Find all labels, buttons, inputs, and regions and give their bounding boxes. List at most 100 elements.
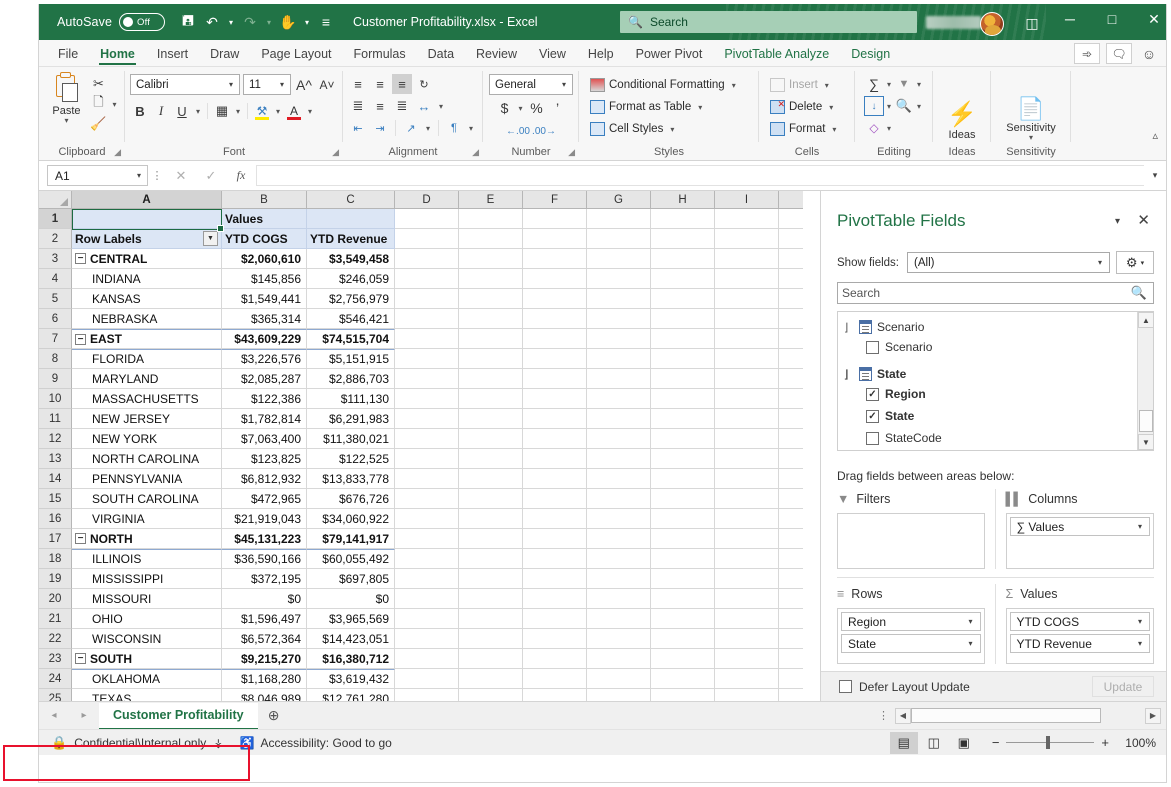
filter-dropdown-icon[interactable]: ▼	[203, 231, 218, 246]
cell[interactable]	[395, 369, 459, 389]
cell[interactable]	[587, 409, 651, 429]
field-table-scenario[interactable]: ⌋ Scenario	[844, 318, 1136, 336]
cell[interactable]	[459, 409, 523, 429]
cell[interactable]	[523, 669, 587, 689]
rows-pill-state-caret-icon[interactable]: ▾	[968, 639, 979, 648]
cell[interactable]: $34,060,922	[307, 509, 395, 529]
avatar[interactable]	[980, 12, 1004, 36]
cell[interactable]	[587, 209, 651, 229]
collapse-group-icon[interactable]: −	[75, 653, 86, 664]
cell[interactable]: $7,063,400	[222, 429, 307, 449]
align-center-icon[interactable]: ≡	[370, 96, 390, 116]
cell[interactable]	[715, 409, 779, 429]
cell[interactable]	[523, 309, 587, 329]
currency-format-icon[interactable]: $	[495, 98, 515, 118]
checkbox-state[interactable]: ✓	[866, 410, 879, 423]
cell-styles-button[interactable]: Cell Styles ▾	[590, 118, 677, 140]
cell[interactable]	[459, 589, 523, 609]
cell[interactable]	[715, 449, 779, 469]
decrease-font-size-icon[interactable]: A˅	[317, 75, 337, 95]
cell[interactable]	[651, 589, 715, 609]
cell[interactable]	[395, 309, 459, 329]
cell[interactable]: MISSISSIPPI	[72, 569, 222, 589]
cell[interactable]	[715, 569, 779, 589]
font-size-input[interactable]: 11 ▾	[243, 74, 291, 95]
increase-decimal-icon[interactable]: ←.00	[508, 121, 528, 141]
cell[interactable]	[715, 329, 779, 349]
underline-button[interactable]: U	[172, 101, 192, 121]
row-header[interactable]: 18	[39, 549, 72, 569]
cell[interactable]: $122,386	[222, 389, 307, 409]
cell[interactable]: VIRGINIA	[72, 509, 222, 529]
column-header-e[interactable]: E	[459, 191, 523, 209]
horizontal-scroll-thumb[interactable]	[911, 708, 1101, 723]
scroll-up-icon[interactable]: ▲	[1138, 312, 1154, 328]
cell[interactable]	[587, 369, 651, 389]
cell[interactable]	[523, 249, 587, 269]
cell[interactable]	[715, 309, 779, 329]
cell[interactable]	[587, 529, 651, 549]
cell[interactable]: $6,812,932	[222, 469, 307, 489]
scroll-right-icon[interactable]: ▶	[1145, 708, 1161, 724]
cell[interactable]: $123,825	[222, 449, 307, 469]
collapse-group-icon[interactable]: −	[75, 533, 86, 544]
cell[interactable]	[459, 669, 523, 689]
values-area[interactable]: Σ Values YTD COGS ▾ YTD Revenue	[996, 584, 1155, 664]
cell[interactable]	[779, 689, 803, 701]
rows-pill-region[interactable]: Region ▾	[841, 612, 981, 631]
cell[interactable]: $122,525	[307, 449, 395, 469]
sensitivity-status[interactable]: 🔒 Confidential\Internal only ⚶	[51, 735, 223, 751]
cell[interactable]	[523, 229, 587, 249]
cell[interactable]: $5,151,915	[307, 349, 395, 369]
cell[interactable]	[651, 649, 715, 669]
cell[interactable]	[395, 649, 459, 669]
cell[interactable]: $2,756,979	[307, 289, 395, 309]
cell[interactable]: $0	[307, 589, 395, 609]
zoom-level-label[interactable]: 100%	[1120, 736, 1156, 750]
cell[interactable]	[307, 209, 395, 229]
cell[interactable]: $546,421	[307, 309, 395, 329]
field-list[interactable]: ⌋ Scenario Scenario ⌋ State	[837, 311, 1154, 451]
text-direction-dropdown-icon[interactable]: ▾	[466, 124, 476, 133]
cell[interactable]	[523, 649, 587, 669]
decrease-decimal-icon[interactable]: .00→	[534, 121, 554, 141]
cell[interactable]	[651, 269, 715, 289]
cell[interactable]	[651, 449, 715, 469]
cell[interactable]	[651, 389, 715, 409]
cell[interactable]	[395, 589, 459, 609]
cell[interactable]	[395, 389, 459, 409]
cell[interactable]	[779, 249, 803, 269]
zoom-slider-thumb[interactable]	[1046, 736, 1050, 749]
close-button[interactable]: ✕	[1131, 4, 1167, 34]
copy-icon[interactable]: 🗋	[89, 94, 109, 114]
cell[interactable]	[651, 409, 715, 429]
cell[interactable]	[459, 629, 523, 649]
zoom-out-icon[interactable]: −	[992, 735, 1000, 750]
cell[interactable]	[715, 389, 779, 409]
cell[interactable]: $372,195	[222, 569, 307, 589]
columns-area-box[interactable]: ∑ Values ▾	[1006, 513, 1155, 569]
tab-help[interactable]: Help	[577, 43, 625, 66]
autosave-toggle[interactable]: Off	[119, 13, 165, 31]
cell[interactable]	[459, 509, 523, 529]
tab-page-layout[interactable]: Page Layout	[250, 43, 342, 66]
cell[interactable]	[459, 429, 523, 449]
cell[interactable]	[523, 489, 587, 509]
cell[interactable]	[779, 669, 803, 689]
field-item-scenario[interactable]: Scenario	[866, 336, 1136, 358]
column-header-b[interactable]: B	[222, 191, 307, 209]
cell[interactable]	[587, 689, 651, 701]
collapse-ribbon-icon[interactable]: ▵	[1152, 129, 1158, 142]
align-left-icon[interactable]: ≣	[348, 96, 368, 116]
touch-mode-dropdown-icon[interactable]: ▾	[301, 10, 313, 34]
column-header-g[interactable]: G	[587, 191, 651, 209]
sensitivity-button[interactable]: 📄 Sensitivity ▾	[996, 95, 1066, 141]
cell[interactable]: −SOUTH	[72, 649, 222, 669]
sort-filter-dropdown-icon[interactable]: ▾	[914, 80, 924, 89]
cell[interactable]	[651, 229, 715, 249]
tab-draw[interactable]: Draw	[199, 43, 250, 66]
row-header[interactable]: 13	[39, 449, 72, 469]
format-as-table-button[interactable]: Format as Table ▾	[590, 96, 705, 118]
cell[interactable]: $11,380,021	[307, 429, 395, 449]
tab-pivottable-analyze[interactable]: PivotTable Analyze	[713, 43, 840, 66]
